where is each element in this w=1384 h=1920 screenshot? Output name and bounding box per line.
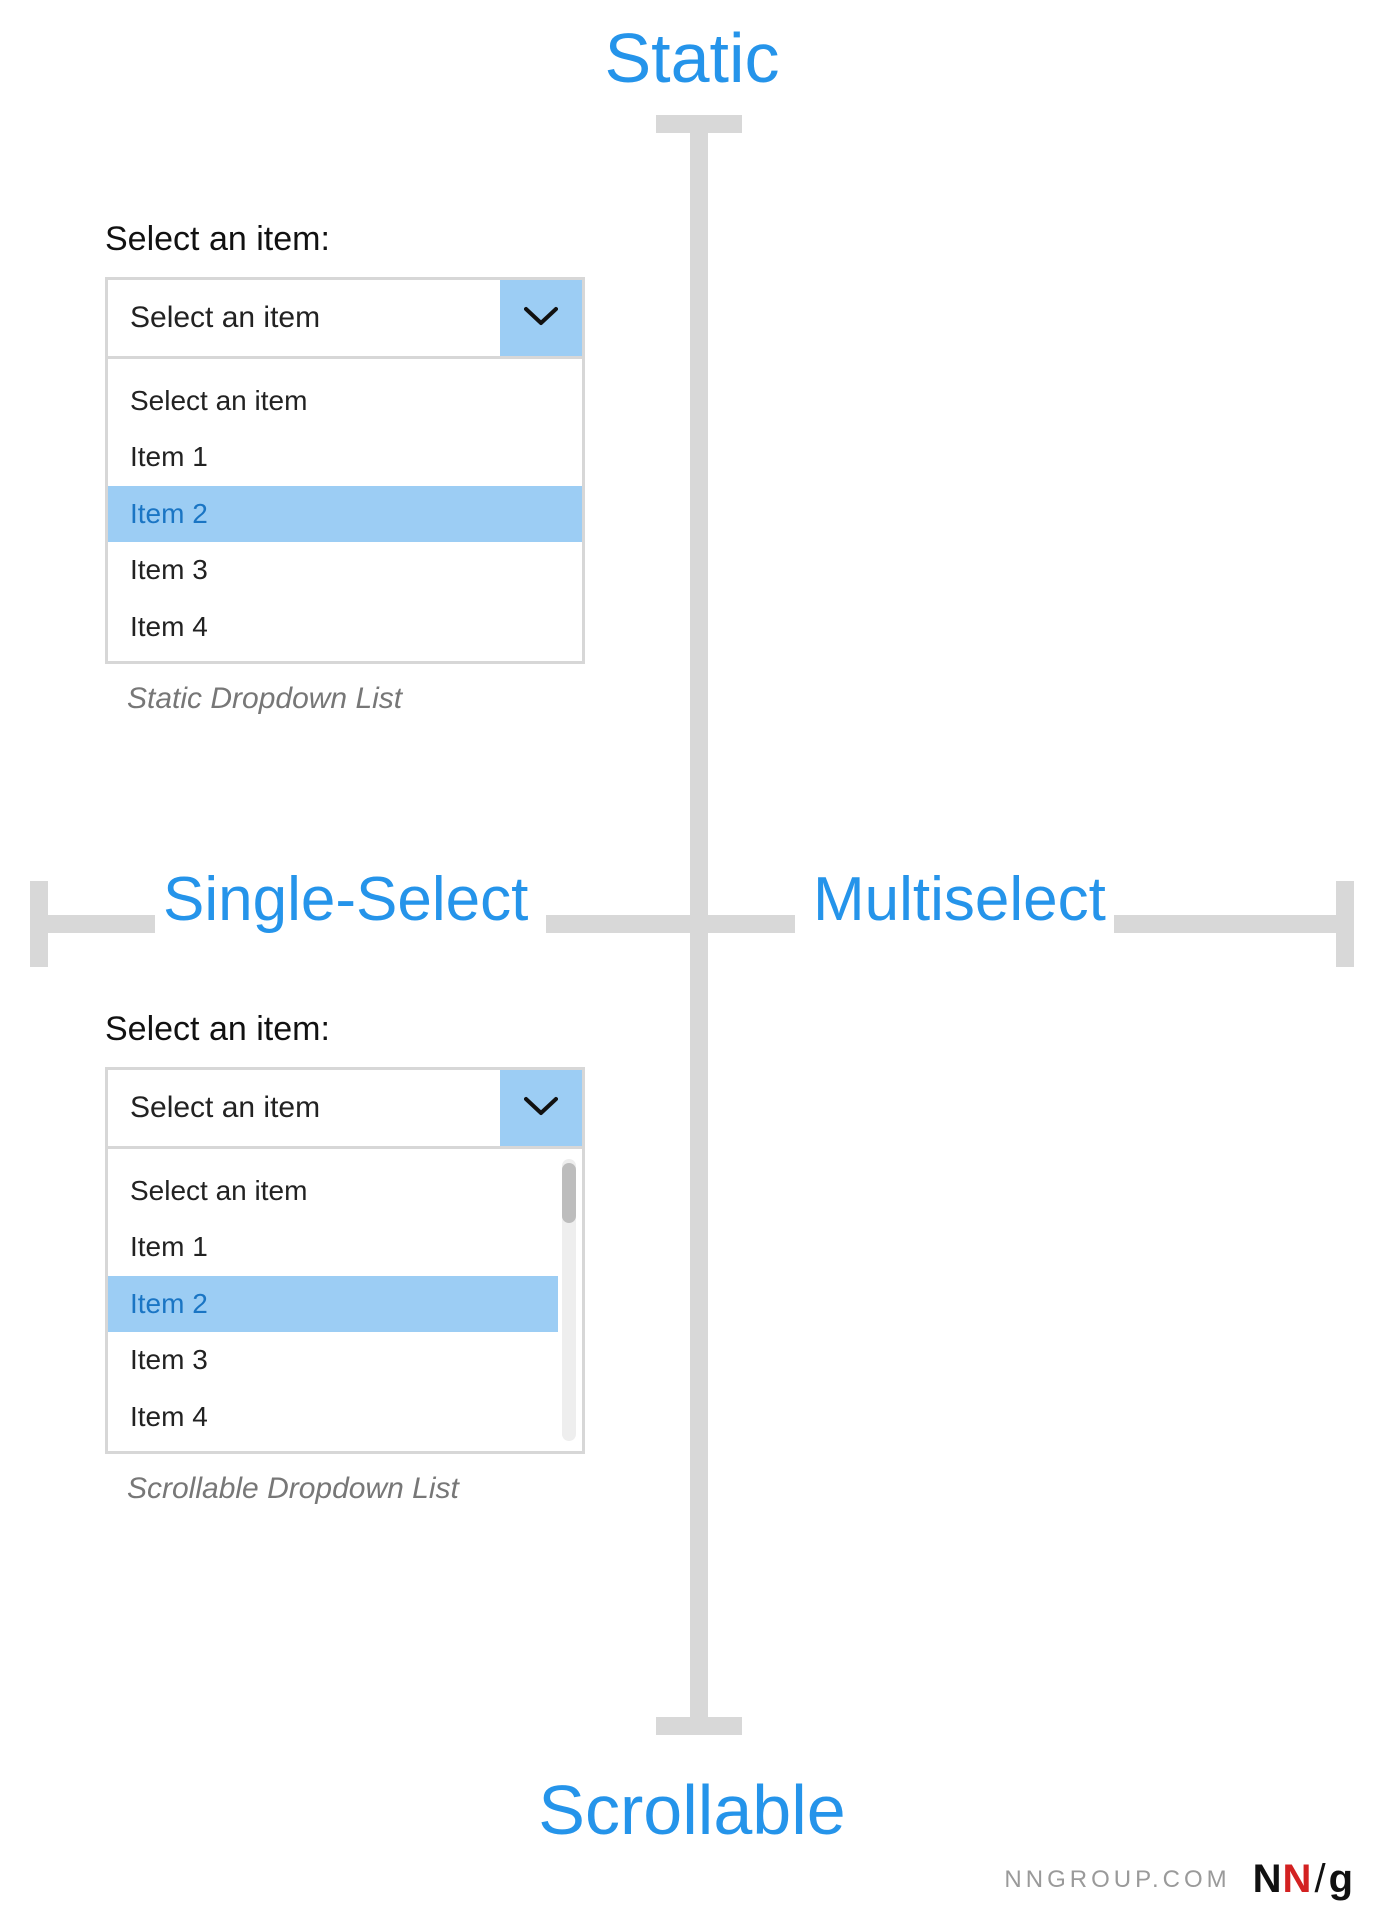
field-label: Select an item:	[105, 1010, 585, 1049]
axis-label-multi: Multiselect	[795, 860, 1114, 939]
option[interactable]: Item 4	[108, 599, 582, 655]
footer-url: NNGROUP.COM	[1004, 1866, 1230, 1894]
option[interactable]: Item 4	[108, 1389, 558, 1445]
example-caption: Static Dropdown List	[105, 682, 585, 716]
option[interactable]: Select an item	[108, 373, 582, 429]
option[interactable]: Item 1	[108, 429, 582, 485]
example-scrollable-dropdown: Select an item: Select an item Select an…	[105, 1010, 585, 1506]
option[interactable]: Item 1	[108, 1219, 558, 1275]
dropdown-toggle-button[interactable]	[500, 280, 582, 356]
option-selected[interactable]: Item 2	[108, 486, 582, 542]
example-caption: Scrollable Dropdown List	[105, 1472, 585, 1506]
axis-label-static: Static	[0, 18, 1384, 98]
combo-box[interactable]: Select an item	[105, 277, 585, 359]
dropdown-toggle-button[interactable]	[500, 1070, 582, 1146]
nng-logo: NN/g	[1253, 1857, 1354, 1902]
chevron-down-icon	[524, 1095, 558, 1122]
example-static-dropdown: Select an item: Select an item Select an…	[105, 220, 585, 716]
option[interactable]: Select an item	[108, 1163, 558, 1219]
combo-box[interactable]: Select an item	[105, 1067, 585, 1149]
axis-label-scrollable: Scrollable	[0, 1770, 1384, 1850]
logo-g: g	[1329, 1857, 1354, 1901]
scrollbar-track[interactable]	[562, 1159, 576, 1441]
listbox-scrollable[interactable]: Select an item Item 1 Item 2 Item 3 Item…	[105, 1149, 585, 1454]
logo-slash: /	[1312, 1857, 1328, 1901]
logo-n1: N	[1253, 1857, 1283, 1901]
axis-label-single: Single-Select	[155, 860, 546, 939]
option-selected[interactable]: Item 2	[108, 1276, 558, 1332]
logo-n2: N	[1283, 1857, 1313, 1901]
scrollbar-thumb[interactable]	[562, 1163, 576, 1223]
option[interactable]: Item 3	[108, 542, 582, 598]
combo-selected-text: Select an item	[108, 1091, 500, 1125]
field-label: Select an item:	[105, 220, 585, 259]
listbox[interactable]: Select an item Item 1 Item 2 Item 3 Item…	[105, 359, 585, 664]
footer: NNGROUP.COM NN/g	[1004, 1857, 1354, 1902]
chevron-down-icon	[524, 305, 558, 332]
combo-selected-text: Select an item	[108, 301, 500, 335]
option[interactable]: Item 3	[108, 1332, 558, 1388]
